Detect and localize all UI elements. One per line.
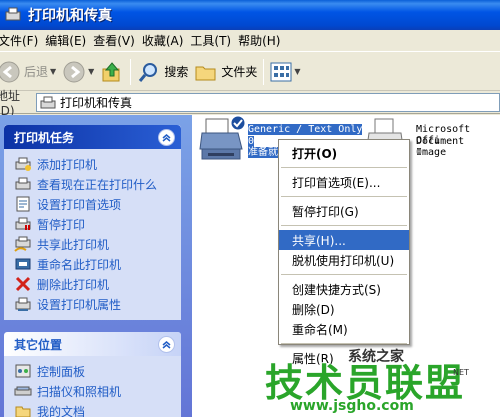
watermark-top-text: 系统之家 bbox=[348, 349, 404, 365]
menu-item-open[interactable]: 打开(O) bbox=[279, 143, 409, 163]
menu-item-sharing[interactable]: 共享(H)... bbox=[279, 230, 409, 250]
menu-item-delete[interactable]: 删除(D) bbox=[279, 299, 409, 319]
printer-generic-text-only[interactable] bbox=[198, 115, 246, 167]
other-places-list: 控制面板 扫描仪和照相机 我的文档 bbox=[4, 356, 181, 417]
menu-separator bbox=[281, 167, 407, 168]
control-panel-icon bbox=[15, 364, 31, 378]
folders-button[interactable]: 文件夹 bbox=[191, 56, 260, 88]
place-scanners-cameras[interactable]: 扫描仪和照相机 bbox=[14, 381, 181, 401]
add-printer-icon bbox=[15, 157, 31, 171]
menu-separator bbox=[281, 225, 407, 226]
share-printer-icon bbox=[14, 236, 31, 252]
window-title: 打印机和传真 bbox=[28, 8, 112, 24]
address-input[interactable]: 打印机和传真 bbox=[36, 93, 500, 112]
menu-separator bbox=[281, 274, 407, 275]
back-arrow-icon bbox=[0, 61, 20, 82]
folders-label: 文件夹 bbox=[221, 65, 258, 79]
toolbar-separator bbox=[263, 58, 265, 85]
up-button[interactable] bbox=[97, 56, 127, 88]
collapse-chevron-icon[interactable] bbox=[158, 128, 175, 146]
menu-view[interactable]: 查看(V) bbox=[93, 32, 142, 49]
task-share-printer[interactable]: 共享此打印机 bbox=[14, 234, 181, 254]
collapse-chevron-icon[interactable] bbox=[158, 335, 175, 353]
my-documents-icon bbox=[15, 406, 31, 417]
printer-2-name-line2: Document Image bbox=[416, 136, 465, 158]
default-printer-check-icon bbox=[230, 115, 246, 131]
task-rename-printer[interactable]: 重命名此打印机 bbox=[14, 254, 181, 274]
place-control-panel[interactable]: 控制面板 bbox=[14, 361, 181, 381]
printer-2-count: 0 bbox=[416, 147, 423, 158]
printer-tasks-title: 打印机任务 bbox=[14, 130, 75, 145]
address-label: 地址(D) bbox=[0, 89, 21, 118]
title-bar[interactable]: 打印机和传真 bbox=[0, 0, 500, 30]
address-bar: 地址(D) 打印机和传真 bbox=[0, 89, 500, 118]
task-pane: 打印机任务 添加打印机 查看现在正在打印什么 设置打印首选项 暂停打印 共享此打… bbox=[0, 115, 192, 417]
back-button[interactable]: 后退 ▼ bbox=[0, 56, 59, 88]
menu-edit[interactable]: 编辑(E) bbox=[45, 32, 93, 49]
menu-bar: 文件(F) 编辑(E) 查看(V) 收藏(A) 工具(T) 帮助(H) bbox=[0, 30, 500, 52]
menu-item-pause-printing[interactable]: 暂停打印(G) bbox=[279, 201, 409, 221]
watermark: 技术员联盟 系统之家 NET www.jsgho.com bbox=[253, 349, 500, 417]
task-pause-printing[interactable]: 暂停打印 bbox=[14, 214, 181, 234]
back-label: 后退 bbox=[24, 65, 49, 79]
views-icon bbox=[270, 62, 292, 81]
menu-item-printing-preferences[interactable]: 打印首选项(E)... bbox=[279, 172, 409, 192]
printer-1-count: 0 bbox=[248, 136, 255, 147]
menu-help[interactable]: 帮助(H) bbox=[238, 32, 287, 49]
menu-separator bbox=[281, 196, 407, 197]
printer-tasks-panel: 打印机任务 添加打印机 查看现在正在打印什么 设置打印首选项 暂停打印 共享此打… bbox=[4, 125, 181, 320]
printer-folder-icon bbox=[40, 96, 56, 108]
views-button[interactable]: ▼ bbox=[267, 56, 303, 88]
address-value: 打印机和传真 bbox=[60, 96, 133, 110]
forward-button[interactable]: ▼ bbox=[59, 56, 97, 88]
menu-tools[interactable]: 工具(T) bbox=[190, 32, 238, 49]
printer-folder-icon bbox=[5, 7, 21, 21]
menu-separator bbox=[281, 343, 407, 344]
printer-properties-icon bbox=[15, 297, 31, 311]
scanner-icon bbox=[14, 386, 32, 396]
watermark-net: NET bbox=[453, 368, 469, 377]
menu-item-create-shortcut[interactable]: 创建快捷方式(S) bbox=[279, 279, 409, 299]
menu-file[interactable]: 文件(F) bbox=[0, 32, 45, 49]
watermark-url: www.jsgho.com bbox=[290, 398, 414, 414]
chevron-down-icon: ▼ bbox=[88, 67, 95, 76]
task-view-printing[interactable]: 查看现在正在打印什么 bbox=[14, 174, 181, 194]
search-icon bbox=[139, 62, 158, 82]
printer-tasks-list: 添加打印机 查看现在正在打印什么 设置打印首选项 暂停打印 共享此打印机 重命名… bbox=[4, 149, 181, 320]
task-set-preferences[interactable]: 设置打印首选项 bbox=[14, 194, 181, 214]
other-places-title: 其它位置 bbox=[14, 337, 63, 352]
task-add-printer[interactable]: 添加打印机 bbox=[14, 154, 181, 174]
rename-icon bbox=[15, 258, 31, 270]
preferences-icon bbox=[16, 196, 30, 212]
forward-arrow-icon bbox=[63, 61, 85, 82]
toolbar: 后退 ▼ ▼ 搜索 文件夹 ▼ bbox=[0, 53, 500, 91]
task-printer-properties[interactable]: 设置打印机属性 bbox=[14, 294, 181, 314]
up-folder-icon bbox=[102, 61, 120, 81]
chevron-down-icon: ▼ bbox=[50, 67, 57, 76]
printer-1-name: Generic / Text Only bbox=[248, 124, 363, 135]
toolbar-separator bbox=[130, 58, 132, 85]
other-places-header[interactable]: 其它位置 bbox=[4, 332, 181, 356]
context-menu: 打开(O) 打印首选项(E)... 暂停打印(G) 共享(H)... 脱机使用打… bbox=[278, 139, 410, 366]
pause-icon bbox=[15, 217, 31, 230]
other-places-panel: 其它位置 控制面板 扫描仪和照相机 我的文档 bbox=[4, 332, 181, 417]
delete-x-icon bbox=[15, 276, 31, 292]
place-my-documents[interactable]: 我的文档 bbox=[14, 401, 181, 417]
chevron-down-icon: ▼ bbox=[294, 67, 301, 76]
search-label: 搜索 bbox=[164, 65, 189, 79]
print-queue-icon bbox=[15, 177, 31, 190]
search-button[interactable]: 搜索 bbox=[134, 56, 191, 88]
menu-item-rename[interactable]: 重命名(M) bbox=[279, 319, 409, 339]
folder-icon bbox=[195, 66, 216, 80]
menu-item-use-offline[interactable]: 脱机使用打印机(U) bbox=[279, 250, 409, 270]
menu-favorites[interactable]: 收藏(A) bbox=[142, 32, 191, 49]
printer-tasks-header[interactable]: 打印机任务 bbox=[4, 125, 181, 149]
task-delete-printer[interactable]: 删除此打印机 bbox=[14, 274, 181, 294]
